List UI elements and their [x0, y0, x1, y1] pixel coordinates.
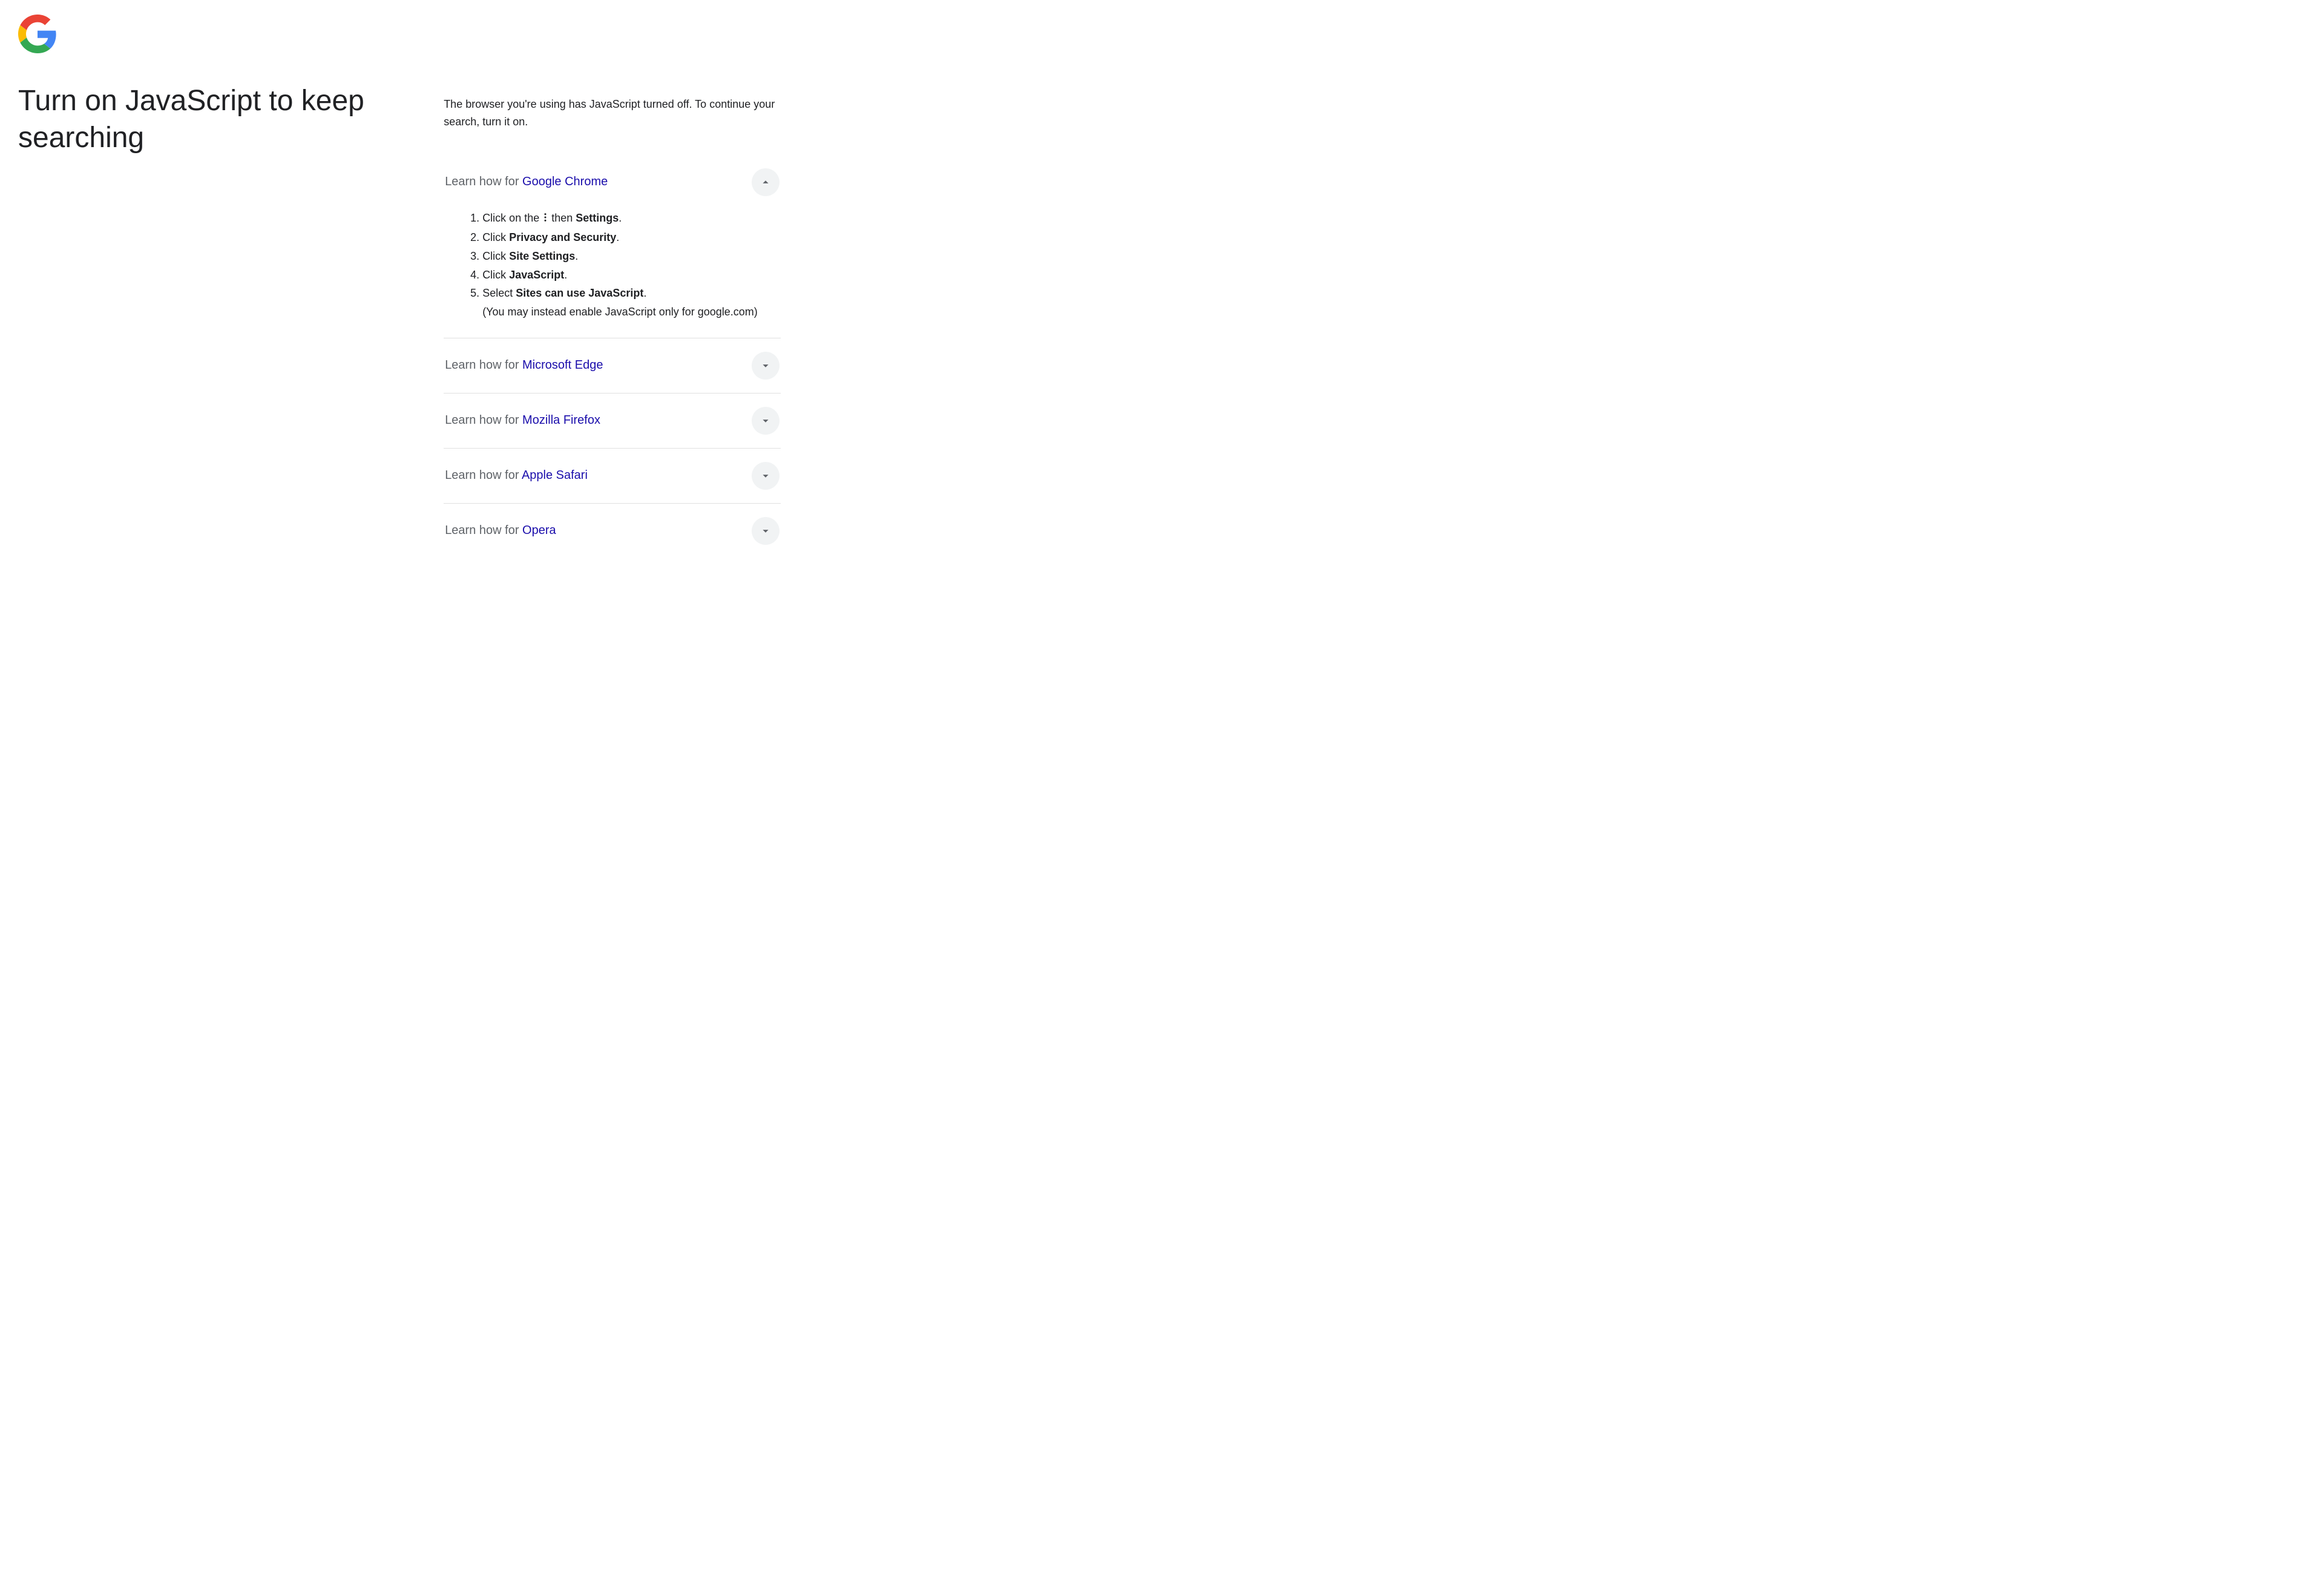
chrome-step-5: Select Sites can use JavaScript. (You ma… [482, 285, 781, 321]
accordion-toggle-chrome[interactable]: Learn how for Google Chrome [444, 155, 781, 209]
step-text: . [643, 287, 646, 299]
chevron-down-icon [752, 407, 780, 435]
accordion-item-safari: Learn how for Apple Safari [444, 448, 781, 503]
step-bold: Privacy and Security [509, 231, 616, 243]
accordion-item-edge: Learn how for Microsoft Edge [444, 338, 781, 393]
accordion-toggle-opera[interactable]: Learn how for Opera [444, 504, 781, 558]
step-text: Click on the [482, 212, 542, 224]
step-text: Click [482, 231, 509, 243]
accordion-item-chrome: Learn how for Google Chrome Click on the… [444, 155, 781, 338]
vertical-dots-icon [542, 211, 548, 229]
accordion-body-chrome: Click on the then Settings. Click Privac… [444, 209, 781, 338]
learn-prefix: Learn how for [445, 469, 522, 482]
learn-prefix: Learn how for [445, 358, 522, 372]
accordion-label: Learn how for Apple Safari [445, 469, 588, 482]
step-text: . [616, 231, 619, 243]
learn-prefix: Learn how for [445, 413, 522, 427]
browser-link-edge[interactable]: Microsoft Edge [522, 358, 603, 372]
accordion-label: Learn how for Microsoft Edge [445, 358, 603, 372]
browser-link-opera[interactable]: Opera [522, 524, 556, 537]
step-bold: Site Settings [509, 250, 575, 262]
page-title: Turn on JavaScript to keep searching [18, 82, 415, 157]
browser-link-safari[interactable]: Apple Safari [522, 469, 588, 482]
chrome-step-1: Click on the then Settings. [482, 209, 781, 229]
step-text: Click [482, 269, 509, 281]
accordion-toggle-edge[interactable]: Learn how for Microsoft Edge [444, 338, 781, 393]
accordion-toggle-firefox[interactable]: Learn how for Mozilla Firefox [444, 394, 781, 448]
chevron-down-icon [752, 517, 780, 545]
accordion-item-firefox: Learn how for Mozilla Firefox [444, 393, 781, 448]
chrome-step-4: Click JavaScript. [482, 266, 781, 285]
chevron-up-icon [752, 168, 780, 196]
browser-link-firefox[interactable]: Mozilla Firefox [522, 413, 600, 427]
learn-prefix: Learn how for [445, 175, 522, 188]
step-text: . [564, 269, 567, 281]
step-text: Select [482, 287, 516, 299]
step-bold: JavaScript [509, 269, 564, 281]
chevron-down-icon [752, 352, 780, 380]
step-text: . [619, 212, 622, 224]
step-bold: Settings [576, 212, 619, 224]
chrome-step-2: Click Privacy and Security. [482, 229, 781, 247]
step-bold: Sites can use JavaScript [516, 287, 643, 299]
accordion-toggle-safari[interactable]: Learn how for Apple Safari [444, 449, 781, 503]
chrome-step-3: Click Site Settings. [482, 248, 781, 266]
accordion-label: Learn how for Opera [445, 524, 556, 538]
browser-accordion: Learn how for Google Chrome Click on the… [444, 155, 781, 558]
chevron-down-icon [752, 462, 780, 490]
intro-text: The browser you're using has JavaScript … [444, 96, 781, 131]
step-text: Click [482, 250, 509, 262]
chrome-step-note: (You may instead enable JavaScript only … [482, 303, 781, 321]
step-text: . [575, 250, 578, 262]
google-logo-icon [18, 15, 781, 53]
browser-link-chrome[interactable]: Google Chrome [522, 175, 608, 188]
accordion-label: Learn how for Google Chrome [445, 175, 608, 189]
learn-prefix: Learn how for [445, 524, 522, 537]
step-text: then [548, 212, 576, 224]
accordion-label: Learn how for Mozilla Firefox [445, 413, 600, 427]
accordion-item-opera: Learn how for Opera [444, 503, 781, 558]
